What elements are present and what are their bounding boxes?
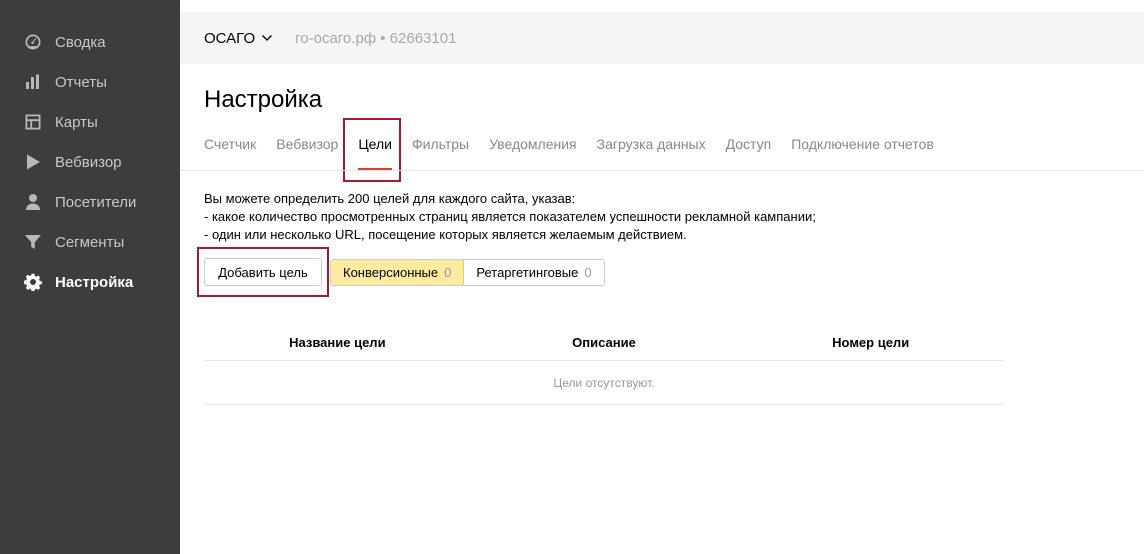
intro-line: - один или несколько URL, посещение кото… [204,227,687,242]
main-content: Настройка Счетчик Вебвизор Цели Фильтры … [180,64,1144,554]
tab-counter[interactable]: Счетчик [204,136,256,156]
table-header: Название цели Описание Номер цели [204,324,1004,361]
column-header-goal-name: Название цели [289,334,386,350]
counter-name: ОСАГО [204,29,256,47]
chevron-down-icon [262,35,273,41]
page-title: Настройка [204,86,323,113]
tabs-divider [180,170,1144,171]
intro-line: Вы можете определить 200 целей для каждо… [204,191,576,206]
sidebar-item-label: Настройка [55,273,134,291]
filter-count: 0 [444,265,452,280]
sidebar-item-visitors[interactable]: Посетители [0,182,180,222]
sidebar-item-label: Карты [55,113,98,131]
sidebar-item-label: Посетители [55,193,137,211]
sidebar-item-label: Отчеты [55,73,107,91]
user-icon [24,193,42,211]
site-info: го-осаго.рф • 62663101 [295,29,457,47]
sidebar-item-webvisor[interactable]: Вебвизор [0,142,180,182]
sidebar-item-maps[interactable]: Карты [0,102,180,142]
filter-label: Ретаргетинговые [476,265,579,280]
tab-filters[interactable]: Фильтры [412,136,469,156]
intro-line: - какое количество просмотренных страниц… [204,209,816,224]
sidebar-item-settings[interactable]: Настройка [0,262,180,302]
sidebar-item-label: Вебвизор [55,153,122,171]
tab-data-upload[interactable]: Загрузка данных [597,136,706,156]
sidebar: Сводка Отчеты Карты Вебвизор Посетители … [0,0,180,554]
sidebar-item-label: Сегменты [55,233,125,251]
sidebar-item-reports[interactable]: Отчеты [0,62,180,102]
sidebar-item-label: Сводка [55,33,106,51]
filter-count: 0 [584,265,592,280]
filter-icon [24,233,42,251]
dashboard-icon [24,33,42,51]
tab-report-connection[interactable]: Подключение отчетов [791,136,934,156]
play-icon [24,153,42,171]
tab-access[interactable]: Доступ [726,136,772,156]
map-layout-icon [24,113,42,131]
filter-retargeting[interactable]: Ретаргетинговые 0 [464,260,604,285]
add-goal-button[interactable]: Добавить цель [204,258,322,286]
tab-webvisor[interactable]: Вебвизор [276,136,338,156]
goals-intro: Вы можете определить 200 целей для каждо… [204,190,816,244]
column-header-goal-id: Номер цели [832,334,910,350]
filter-conversion[interactable]: Конверсионные 0 [331,260,465,285]
bar-chart-icon [24,73,42,91]
sidebar-item-segments[interactable]: Сегменты [0,222,180,262]
tab-notifications[interactable]: Уведомления [489,136,577,156]
gear-icon [24,273,42,291]
empty-state: Цели отсутствуют. [204,361,1004,405]
counter-header: ОСАГО го-осаго.рф • 62663101 [180,12,1144,64]
tab-goals[interactable]: Цели [358,136,392,170]
filter-label: Конверсионные [343,265,439,280]
sidebar-item-summary[interactable]: Сводка [0,22,180,62]
column-header-description: Описание [572,334,636,350]
goals-table: Название цели Описание Номер цели Цели о… [204,324,1004,405]
settings-tabs: Счетчик Вебвизор Цели Фильтры Уведомлени… [204,136,954,170]
counter-selector[interactable]: ОСАГО [204,30,273,47]
goal-type-switch: Конверсионные 0 Ретаргетинговые 0 [330,259,605,286]
